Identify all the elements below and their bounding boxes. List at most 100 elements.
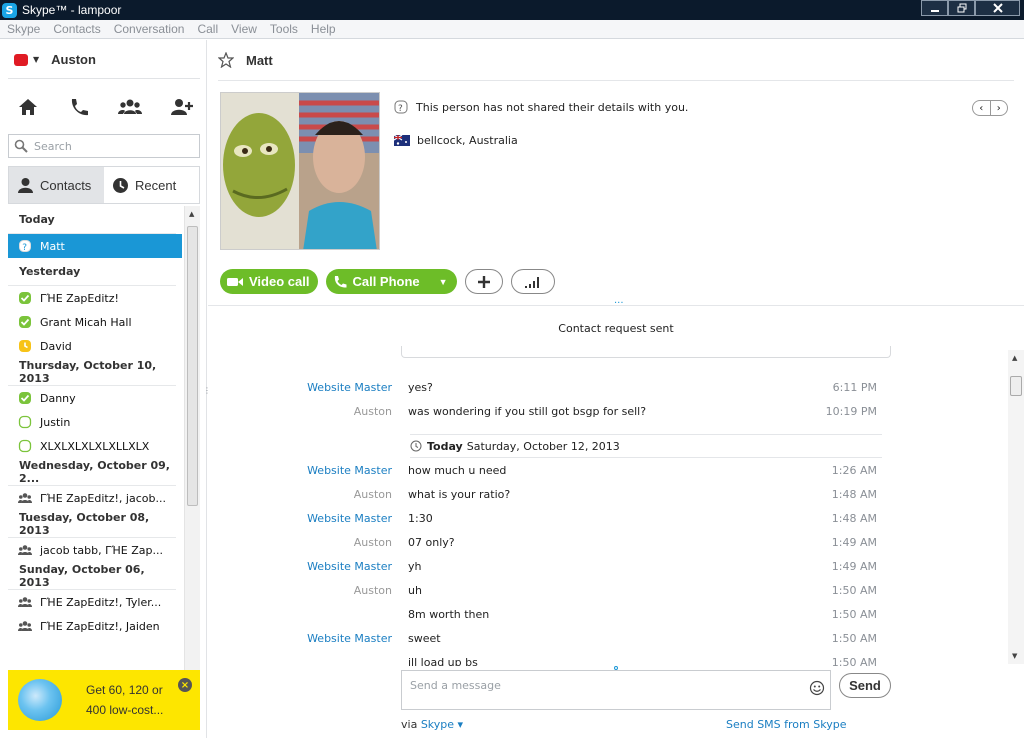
message-row: 8m worth then 1:50 AM [208, 603, 1008, 627]
status-caret-icon[interactable]: ▼ [33, 55, 39, 64]
via-skype-link[interactable]: Skype [421, 718, 454, 731]
search-placeholder: Search [34, 139, 72, 153]
recent-list-item[interactable]: ΓΉΕ ZapEditz!, Tyler... [8, 590, 182, 614]
online-status-icon [19, 392, 31, 404]
send-sms-link[interactable]: Send SMS from Skype [726, 718, 846, 731]
home-icon[interactable] [16, 96, 40, 118]
conversation-panel: Matt ? This person has not shared their … [208, 40, 1024, 738]
message-sender[interactable]: Website Master [307, 632, 392, 645]
promo-banner[interactable]: Get 60, 120 or 400 low-cost... × [8, 670, 200, 730]
call-options-caret-icon[interactable]: ▼ [432, 277, 448, 287]
add-button[interactable] [464, 269, 503, 294]
status-button[interactable] [14, 53, 28, 66]
left-panel: ▼ Auston Search Contacts Recent Today? Ma… [0, 40, 207, 738]
via-label: via [401, 718, 418, 731]
recent-list-item[interactable]: XLXLXLXLXLXLLXLX [8, 434, 182, 458]
recent-list-item[interactable]: ΓΉΕ ZapEditz! [8, 286, 182, 310]
message-placeholder: Send a message [410, 679, 501, 692]
close-promo-button[interactable]: × [178, 678, 192, 692]
message-text: 1:30 [408, 512, 433, 525]
contact-tabs: Contacts Recent [8, 166, 200, 204]
phone-icon [335, 275, 347, 288]
scroll-down-icon[interactable]: ▼ [1012, 652, 1017, 660]
unknown-status-icon: ? [19, 240, 31, 253]
scroll-up-icon[interactable]: ▲ [1012, 354, 1017, 362]
group-icon[interactable] [118, 96, 142, 118]
scroll-up-icon[interactable]: ▲ [189, 210, 194, 218]
details-info: ? This person has not shared their detai… [394, 100, 688, 114]
message-sender[interactable]: Website Master [307, 560, 392, 573]
recent-group-header: Yesterday [8, 258, 176, 286]
phone-icon[interactable] [67, 96, 91, 118]
recent-item-label: ΓΉΕ ZapEditz!, jacob... [40, 491, 166, 505]
tab-contacts[interactable]: Contacts [9, 167, 104, 203]
search-input[interactable]: Search [8, 134, 200, 158]
recent-list-item[interactable]: Grant Micah Hall [8, 310, 182, 334]
next-icon[interactable]: › [991, 101, 1008, 115]
menu-view[interactable]: View [224, 22, 263, 36]
recent-item-label: David [40, 339, 72, 353]
close-window-button[interactable] [975, 0, 1020, 16]
tab-recent[interactable]: Recent [104, 167, 199, 203]
message-text: yes? [408, 381, 433, 394]
recent-list-item[interactable]: Danny [8, 386, 182, 410]
chat-header: Matt [218, 52, 273, 68]
video-call-button[interactable]: Video call [220, 269, 319, 294]
recent-group-header: Tuesday, October 08, 2013 [8, 510, 176, 538]
menu-help[interactable]: Help [304, 22, 342, 36]
send-button[interactable]: Send [839, 673, 891, 698]
menu-contacts[interactable]: Contacts [46, 22, 106, 36]
message-sender[interactable]: Website Master [307, 381, 392, 394]
scroll-thumb[interactable] [187, 226, 198, 506]
online-status-icon [19, 292, 31, 304]
restore-button[interactable] [948, 0, 975, 16]
favorite-star-icon[interactable] [218, 52, 234, 68]
message-sender[interactable]: Website Master [307, 464, 392, 477]
menu-tools[interactable]: Tools [263, 22, 304, 36]
minimize-button[interactable] [921, 0, 948, 16]
recent-list-item[interactable]: ? Matt [8, 234, 182, 258]
recent-list-item[interactable]: ΓΉΕ ZapEditz!, jacob... [8, 486, 182, 510]
chat-scrollbar[interactable]: ▲ ▼ [1008, 350, 1024, 664]
call-phone-button[interactable]: Call Phone ▼ [326, 269, 457, 294]
nav-toolbar [0, 96, 207, 118]
message-row: Website Master yes? 6:11 PM [208, 376, 1008, 400]
group-chat-icon [18, 493, 32, 503]
previous-icon[interactable]: ‹ [973, 101, 991, 115]
message-sender[interactable]: Website Master [307, 512, 392, 525]
recent-list-item[interactable]: jacob tabb, ΓΉΕ Zap... [8, 538, 182, 562]
add-contact-icon[interactable] [170, 96, 194, 118]
profile-name[interactable]: Auston [51, 52, 96, 67]
contact-avatar [220, 92, 380, 250]
message-sender: Auston [353, 488, 392, 501]
via-caret-icon[interactable]: ▾ [458, 718, 464, 731]
message-row: Website Master yh 1:49 AM [208, 555, 1008, 579]
recent-list-item[interactable]: Justin [8, 410, 182, 434]
emoticon-icon[interactable] [809, 680, 825, 696]
message-row: Auston was wondering if you still got bsg… [208, 400, 1008, 424]
recent-item-label: ΓΉΕ ZapEditz!, Tyler... [40, 595, 162, 609]
message-time: 6:11 PM [832, 381, 877, 394]
svg-text:?: ? [398, 104, 403, 114]
recent-item-label: Justin [40, 415, 71, 429]
message-input[interactable]: Send a message [401, 670, 831, 710]
list-scrollbar[interactable]: ▲ ▼ [184, 206, 200, 700]
menu-conversation[interactable]: Conversation [107, 22, 191, 36]
recent-list-item[interactable]: ΓΉΕ ZapEditz!, Jaiden [8, 614, 182, 638]
message-time: 1:49 AM [831, 560, 877, 573]
question-status-icon: ? [394, 100, 408, 114]
group-chat-icon [18, 621, 32, 631]
recent-list-item[interactable]: David [8, 334, 182, 358]
call-quality-button[interactable] [510, 269, 555, 294]
promo-text[interactable]: Get 60, 120 or 400 low-cost... [86, 680, 178, 720]
plus-icon [477, 275, 490, 288]
menu-call[interactable]: Call [190, 22, 224, 36]
message-row: Auston what is your ratio? 1:48 AM [208, 483, 1008, 507]
message-time: 1:49 AM [831, 536, 877, 549]
scroll-thumb[interactable] [1010, 376, 1022, 396]
avatar-image [221, 93, 379, 249]
title-bar: S Skype™ - lampoor [0, 0, 1024, 20]
tab-recent-label: Recent [135, 177, 177, 193]
message-row: Website Master sweet 1:50 AM [208, 627, 1008, 651]
menu-skype[interactable]: Skype [0, 22, 46, 36]
